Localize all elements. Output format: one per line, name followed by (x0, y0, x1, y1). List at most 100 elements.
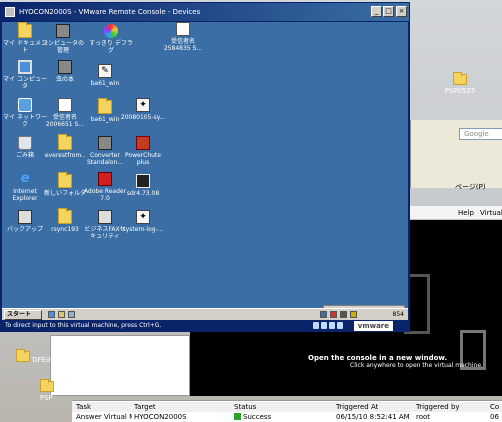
col-triggered-by[interactable]: Triggered by (416, 402, 460, 412)
vm-status-bar: To direct input to this virtual machine,… (1, 320, 409, 332)
guest-icon[interactable]: ✎ ba61_win (82, 64, 128, 87)
guest-icon-label: Converter Standalon... (87, 152, 123, 166)
device-network-icon[interactable] (329, 322, 335, 329)
host-icon-label: PSP0525 (444, 87, 476, 95)
col-triggered-at[interactable]: Triggered At (336, 402, 378, 412)
browser-toolbar: Google ページ(P) (410, 120, 502, 191)
col-target[interactable]: Target (134, 402, 156, 412)
guest-icon-label: マイ コンピュータ (3, 76, 47, 90)
cell-task: Answer Virtual Mach (76, 413, 132, 421)
device-cdrom-icon[interactable] (321, 322, 327, 329)
success-icon (234, 413, 241, 420)
document-icon (176, 22, 190, 36)
guest-icon-label: 20080105-sy... (120, 114, 166, 121)
menu-help[interactable]: Help (458, 206, 474, 220)
folder-icon (18, 22, 32, 38)
guest-icon[interactable]: sdr4.73.08 (120, 174, 166, 197)
defrag-icon (104, 24, 118, 38)
guest-icon-label: system-log-... (122, 226, 164, 233)
tray-security-icon[interactable] (330, 311, 337, 318)
menu-virtual[interactable]: Virtual (480, 206, 502, 220)
table-row[interactable]: Answer Virtual Mach HYOCON2000S Success … (72, 412, 502, 422)
guest-icon-label: マイ ネットワーク (3, 114, 47, 128)
tool-icon (58, 60, 72, 74)
guest-icon[interactable]: ✦ 20080105-sy... (120, 98, 166, 121)
backup-icon (18, 210, 32, 224)
desktop-quicklaunch-icon[interactable] (58, 311, 65, 318)
guest-taskbar: スタート 854 (2, 308, 408, 320)
guest-icon-label: 受信者名 2006651 S... (45, 114, 85, 128)
app-icon: ✦ (136, 98, 150, 112)
guest-icon[interactable]: コンピュータの管理 (40, 24, 86, 54)
open-console-title[interactable]: Open the console in a new window. (308, 354, 447, 362)
app-icon: ✦ (136, 210, 150, 224)
cell-co: 06 (490, 413, 499, 421)
tray-volume-icon[interactable] (340, 311, 347, 318)
guest-icon-label: ba61_win (90, 116, 120, 123)
guest-icon-label: バックアップ (6, 226, 43, 233)
computer-management-icon (56, 24, 70, 38)
col-co[interactable]: Co (490, 402, 499, 412)
host-icon-label: PSP (40, 394, 53, 402)
window-titlebar[interactable]: HYOCON2000S - VMware Remote Console - De… (1, 3, 409, 21)
folder-icon (98, 98, 112, 114)
page-menu-label: ページ(P) (455, 183, 486, 191)
start-button[interactable]: スタート (4, 310, 42, 320)
guest-icon-label: 受信者名 2584835 S... (163, 38, 203, 52)
guest-icon[interactable]: すっきり デフラグ (88, 24, 134, 54)
recent-tasks-table: Task Target Status Triggered At Triggere… (72, 400, 502, 422)
close-button[interactable]: × (396, 6, 407, 17)
vmware-remote-console-window[interactable]: HYOCON2000S - VMware Remote Console - De… (0, 2, 410, 332)
console-icon (136, 174, 150, 188)
guest-icon-label: everestfrom.. (44, 152, 86, 159)
folder-icon (453, 72, 467, 85)
tray-clock[interactable]: 854 (393, 310, 404, 320)
fax-icon (98, 210, 112, 224)
folder-icon (58, 134, 72, 150)
host-desktop-icon[interactable]: PSP0525 (430, 72, 490, 95)
status-hint: To direct input to this virtual machine,… (5, 322, 162, 329)
host-side-icons: DFEdit PSP (0, 335, 55, 405)
col-task[interactable]: Task (76, 402, 91, 412)
guest-icon-label: ba61_win (90, 80, 120, 87)
status-text: Success (243, 413, 272, 421)
minimize-button[interactable]: _ (371, 6, 382, 17)
guest-icon-label: sdr4.73.08 (126, 190, 160, 197)
guest-icon-label: すっきり デフラグ (89, 40, 133, 54)
recycle-bin-icon (18, 136, 32, 150)
adobe-reader-icon (98, 172, 112, 186)
client-menu-bar: Help Virtual (410, 206, 502, 220)
host-icon-label: DFEdit (32, 356, 56, 364)
powerchute-icon (136, 136, 150, 150)
guest-icon-label: PowerChute plus (125, 152, 161, 166)
page-menu[interactable]: ページ(P) (455, 182, 486, 192)
device-disk-icon[interactable] (313, 322, 319, 329)
maximize-button[interactable]: □ (383, 6, 394, 17)
app-icon: ✎ (98, 64, 112, 78)
guest-icon[interactable]: 受信者名 2584835 S... (160, 22, 206, 52)
google-search-input[interactable]: Google (459, 128, 502, 140)
tray-power-icon[interactable] (350, 311, 357, 318)
start-label: スタート (7, 311, 32, 318)
host-desktop-icon[interactable]: PSP (40, 379, 80, 402)
open-console-subtitle: Click anywhere to open the virtual machi… (350, 362, 483, 369)
col-status[interactable]: Status (234, 402, 256, 412)
cell-target: HYOCON2000S (134, 413, 187, 421)
table-header: Task Target Status Triggered At Triggere… (72, 402, 502, 412)
document-icon (58, 98, 72, 112)
tray-network-icon[interactable] (320, 311, 327, 318)
ie-quicklaunch-icon[interactable] (48, 311, 55, 318)
guest-icon[interactable]: PowerChute plus (120, 136, 166, 166)
guest-icon-label: ごみ箱 (15, 152, 34, 159)
guest-icon-label: rsync193 (51, 226, 79, 233)
device-usb-icon[interactable] (337, 322, 343, 329)
host-desktop-icon[interactable]: DFEdit (16, 349, 72, 364)
cell-triggered-at: 06/15/10 8:52:41 AM (336, 413, 410, 421)
explorer-quicklaunch-icon[interactable] (68, 311, 75, 318)
guest-icon[interactable]: ✦ system-log-... (120, 210, 166, 233)
guest-desktop[interactable]: マイ ドキュメント コンピュータの管理 すっきり デフラグ 受信者名 25848… (2, 22, 408, 319)
window-title: HYOCON2000S - VMware Remote Console - De… (19, 8, 201, 16)
folder-icon (16, 349, 30, 362)
converter-icon (98, 136, 112, 150)
guest-icon-label: Internet Explorer (12, 188, 38, 202)
